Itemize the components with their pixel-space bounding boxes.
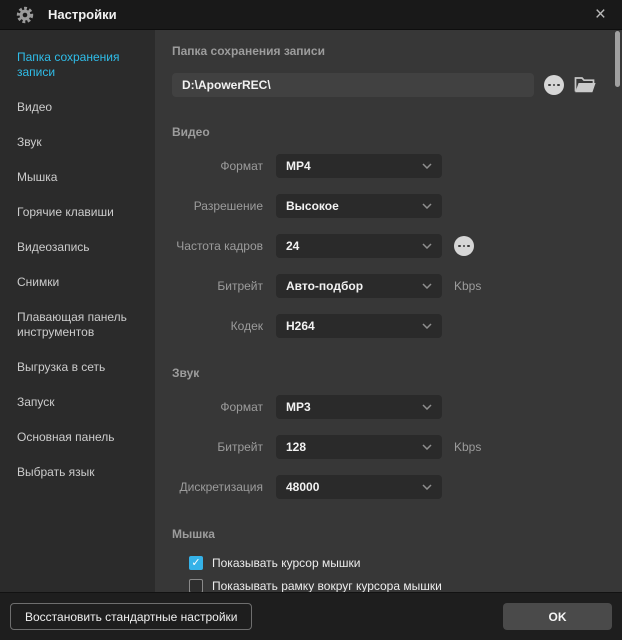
- sidebar-item-save-folder[interactable]: Папка сохранения записи: [0, 40, 155, 90]
- audio-heading: Звук: [172, 366, 596, 380]
- ellipsis-dot: [463, 245, 466, 248]
- audio-samplerate-row: Дискретизация 48000: [172, 475, 596, 499]
- sidebar-item-video[interactable]: Видео: [0, 90, 155, 125]
- audio-samplerate-dropdown[interactable]: 48000: [276, 475, 442, 499]
- chevron-down-icon: [422, 283, 432, 289]
- audio-bitrate-label: Битрейт: [172, 440, 263, 454]
- open-folder-icon[interactable]: [574, 76, 596, 94]
- video-framerate-label: Частота кадров: [172, 239, 263, 253]
- video-framerate-dropdown[interactable]: 24: [276, 234, 442, 258]
- show-cursor-label: Показывать курсор мышки: [212, 556, 360, 570]
- audio-bitrate-unit: Kbps: [454, 440, 481, 454]
- window-title: Настройки: [48, 7, 117, 22]
- sidebar-item-mouse[interactable]: Мышка: [0, 160, 155, 195]
- video-resolution-row: Разрешение Высокое: [172, 194, 596, 218]
- save-path-input[interactable]: [172, 73, 534, 97]
- show-cursor-row[interactable]: ✓ Показывать курсор мышки: [189, 556, 596, 570]
- chevron-down-icon: [422, 203, 432, 209]
- video-heading: Видео: [172, 125, 596, 139]
- chevron-down-icon: [422, 484, 432, 490]
- video-bitrate-unit: Kbps: [454, 279, 481, 293]
- scrollbar-track[interactable]: [614, 30, 621, 592]
- settings-content: Папка сохранения записи Видео: [155, 30, 622, 592]
- show-cursor-frame-label: Показывать рамку вокруг курсора мышки: [212, 579, 442, 592]
- ok-button[interactable]: OK: [503, 603, 612, 630]
- scrollbar-thumb[interactable]: [615, 31, 620, 87]
- restore-defaults-button[interactable]: Восстановить стандартные настройки: [10, 603, 252, 630]
- ellipsis-dot: [458, 245, 461, 248]
- footer-bar: Восстановить стандартные настройки OK: [0, 592, 622, 640]
- chevron-down-icon: [422, 163, 432, 169]
- sidebar-item-language[interactable]: Выбрать язык: [0, 455, 155, 490]
- browse-ellipsis-button[interactable]: [544, 75, 564, 95]
- video-bitrate-row: Битрейт Авто-подбор Kbps: [172, 274, 596, 298]
- audio-format-dropdown[interactable]: MP3: [276, 395, 442, 419]
- chevron-down-icon: [422, 404, 432, 410]
- video-format-dropdown[interactable]: MP4: [276, 154, 442, 178]
- video-codec-row: Кодек H264: [172, 314, 596, 338]
- sidebar-item-main-panel[interactable]: Основная панель: [0, 420, 155, 455]
- video-resolution-label: Разрешение: [172, 199, 263, 213]
- sidebar-item-recording[interactable]: Видеозапись: [0, 230, 155, 265]
- framerate-more-button[interactable]: [454, 236, 474, 256]
- chevron-down-icon: [422, 323, 432, 329]
- titlebar: Настройки ×: [0, 0, 622, 30]
- save-path-row: [172, 73, 596, 97]
- video-codec-dropdown[interactable]: H264: [276, 314, 442, 338]
- ellipsis-dot: [467, 245, 470, 248]
- settings-window: Настройки × Папка сохранения записи Виде…: [0, 0, 622, 640]
- save-folder-heading: Папка сохранения записи: [172, 44, 596, 58]
- show-cursor-frame-row[interactable]: Показывать рамку вокруг курсора мышки: [189, 579, 596, 592]
- video-format-label: Формат: [172, 159, 263, 173]
- sidebar-item-floating-toolbar[interactable]: Плавающая панель инструментов: [0, 300, 155, 350]
- audio-bitrate-dropdown[interactable]: 128: [276, 435, 442, 459]
- video-bitrate-label: Битрейт: [172, 279, 263, 293]
- audio-samplerate-label: Дискретизация: [172, 480, 263, 494]
- ellipsis-dot: [553, 84, 556, 87]
- gear-icon: [16, 6, 34, 24]
- sidebar-item-snapshots[interactable]: Снимки: [0, 265, 155, 300]
- audio-format-label: Формат: [172, 400, 263, 414]
- mouse-heading: Мышка: [172, 527, 596, 541]
- video-framerate-row: Частота кадров 24: [172, 234, 596, 258]
- video-bitrate-dropdown[interactable]: Авто-подбор: [276, 274, 442, 298]
- check-icon: ✓: [191, 558, 200, 569]
- chevron-down-icon: [422, 444, 432, 450]
- audio-format-row: Формат MP3: [172, 395, 596, 419]
- ellipsis-dot: [548, 84, 551, 87]
- sidebar: Папка сохранения записи Видео Звук Мышка…: [0, 30, 155, 592]
- sidebar-item-upload[interactable]: Выгрузка в сеть: [0, 350, 155, 385]
- show-cursor-checkbox[interactable]: ✓: [189, 556, 203, 570]
- ellipsis-dot: [557, 84, 560, 87]
- sidebar-item-sound[interactable]: Звук: [0, 125, 155, 160]
- video-resolution-dropdown[interactable]: Высокое: [276, 194, 442, 218]
- video-format-row: Формат MP4: [172, 154, 596, 178]
- sidebar-item-hotkeys[interactable]: Горячие клавиши: [0, 195, 155, 230]
- close-icon[interactable]: ×: [591, 5, 610, 24]
- chevron-down-icon: [422, 243, 432, 249]
- audio-bitrate-row: Битрейт 128 Kbps: [172, 435, 596, 459]
- show-cursor-frame-checkbox[interactable]: [189, 579, 203, 592]
- body-area: Папка сохранения записи Видео Звук Мышка…: [0, 30, 622, 592]
- video-codec-label: Кодек: [172, 319, 263, 333]
- sidebar-item-startup[interactable]: Запуск: [0, 385, 155, 420]
